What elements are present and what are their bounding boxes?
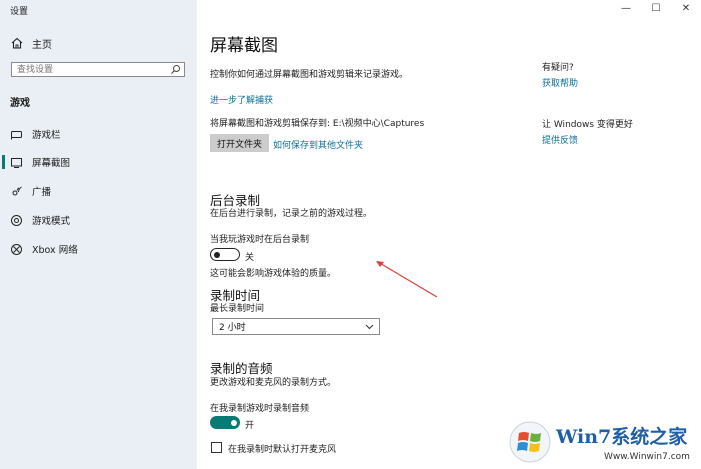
watermark: Win7系统之家 Www.Winwin7.com	[500, 416, 701, 469]
annotation-arrow-icon	[376, 261, 438, 298]
windows-logo-icon	[509, 421, 551, 463]
watermark-url: Www.Winwin7.com	[604, 452, 690, 462]
watermark-brand: Win7系统之家	[556, 426, 688, 448]
